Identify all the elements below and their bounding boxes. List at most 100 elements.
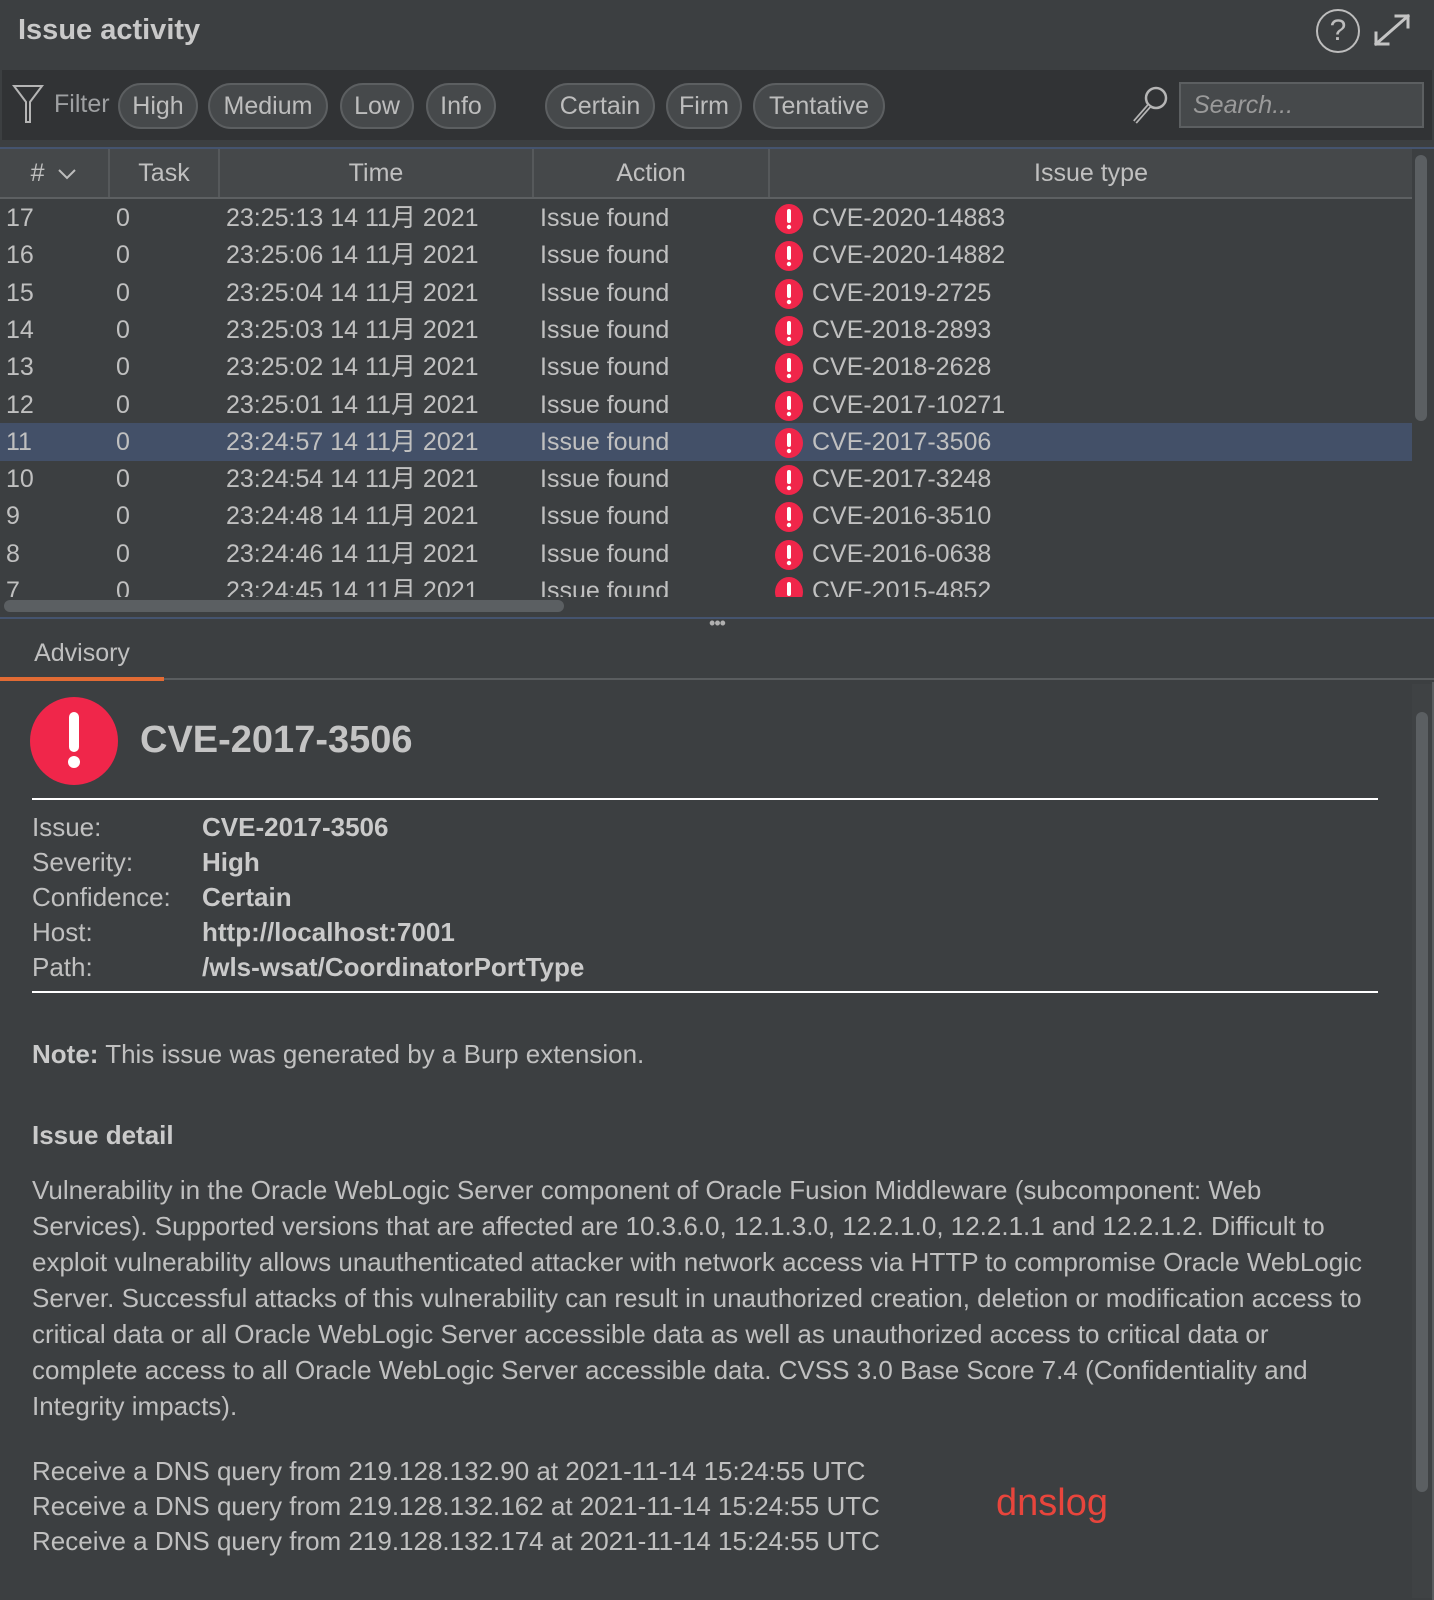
cell-time: 23:24:48 14 11月 2021 (226, 502, 479, 531)
cell-task: 0 (116, 427, 130, 456)
cell-number: 13 (6, 353, 34, 382)
filter-label[interactable]: Filter (54, 90, 110, 119)
cell-issue-type: CVE-2017-10271 (812, 390, 1006, 419)
search-magnifier-icon (1133, 86, 1168, 124)
table-row[interactable]: 15 0 23:25:04 14 11月 2021 Issue found CVE-20… (0, 274, 1412, 312)
cell-number: 9 (6, 502, 20, 531)
table-row[interactable]: 11 0 23:24:57 14 11月 2021 Issue found CVE-20… (0, 422, 1412, 461)
field-value: http://localhost:7001 (202, 917, 455, 947)
cell-number: 16 (6, 241, 34, 270)
cell-time: 23:25:06 14 11月 2021 (226, 241, 479, 270)
cell-action: Issue found (540, 390, 670, 419)
cell-number: 10 (6, 465, 34, 494)
cell-task: 0 (116, 465, 130, 494)
cell-task: 0 (116, 315, 130, 344)
cell-issue-type: CVE-2017-3506 (812, 427, 992, 456)
table-row[interactable]: 17 0 23:25:13 14 11月 2021 Issue found CVE-20… (0, 199, 1412, 237)
cell-task: 0 (116, 390, 130, 419)
tab-bar-border (164, 678, 1434, 680)
table-vertical-scroll-thumb[interactable] (1415, 155, 1427, 421)
table-row[interactable]: 13 0 23:25:02 14 11月 2021 Issue found CVE-20… (0, 348, 1412, 386)
divider-top (32, 798, 1378, 800)
note-text: Note: This issue was generated by a Burp… (32, 1039, 644, 1070)
cell-task: 0 (116, 353, 130, 382)
cell-task: 0 (116, 502, 130, 531)
cell-action: Issue found (540, 502, 670, 531)
high-severity-alert-icon (775, 353, 803, 384)
column-header-task[interactable]: Task (110, 149, 220, 197)
high-severity-alert-icon (775, 577, 803, 597)
field-path: Path: /wls-wsat/CoordinatorPortType (32, 952, 584, 983)
cell-number: 11 (6, 427, 32, 456)
cell-action: Issue found (540, 241, 670, 270)
note-label: Note: (32, 1039, 99, 1069)
cell-issue-type: CVE-2015-4852 (812, 577, 992, 597)
advisory-panel: CVE-2017-3506 Issue: CVE-2017-3506 Severi… (0, 682, 1434, 1600)
note-body: This issue was generated by a Burp exten… (98, 1039, 645, 1069)
filter-chip-medium[interactable]: Medium (208, 83, 328, 129)
cell-action: Issue found (540, 539, 670, 568)
column-header-action[interactable]: Action (534, 149, 770, 197)
divider-bottom (32, 991, 1378, 993)
cell-issue-type: CVE-2016-3510 (812, 502, 992, 531)
field-label: Confidence: (32, 882, 171, 912)
field-label: Issue: (32, 812, 102, 842)
search-input[interactable] (1179, 82, 1424, 128)
table-row[interactable]: 8 0 23:24:46 14 11月 2021 Issue found CVE-201… (0, 535, 1412, 573)
filter-funnel-icon[interactable] (12, 84, 44, 124)
cell-action: Issue found (540, 278, 670, 307)
dnslog-annotation: dnslog (996, 1482, 1108, 1524)
field-value: CVE-2017-3506 (202, 812, 389, 842)
cell-task: 0 (116, 241, 130, 270)
help-circle-icon[interactable]: ? (1316, 9, 1360, 53)
table-row[interactable]: 12 0 23:25:01 14 11月 2021 Issue found CVE-20… (0, 386, 1412, 424)
field-label: Path: (32, 952, 93, 982)
cell-number: 15 (6, 278, 34, 307)
cell-time: 23:25:03 14 11月 2021 (226, 315, 479, 344)
dns-log-line: Receive a DNS query from 219.128.132.174… (32, 1526, 880, 1556)
cell-action: Issue found (540, 427, 670, 456)
active-tab-indicator (0, 677, 164, 681)
advisory-vertical-scroll-thumb[interactable] (1416, 712, 1428, 1492)
table-row[interactable]: 16 0 23:25:06 14 11月 2021 Issue found CVE-20… (0, 236, 1412, 274)
cell-number: 8 (6, 539, 20, 568)
filter-chip-low[interactable]: Low (340, 83, 414, 129)
high-severity-alert-icon (775, 278, 803, 309)
high-severity-alert-icon (775, 204, 803, 234)
field-value: /wls-wsat/CoordinatorPortType (202, 952, 585, 982)
cell-time: 23:25:02 14 11月 2021 (226, 353, 479, 382)
column-header-issue-type[interactable]: Issue type (770, 149, 1412, 197)
cell-issue-type: CVE-2017-3248 (812, 465, 992, 494)
cell-issue-type: CVE-2020-14883 (812, 204, 1006, 232)
high-severity-alert-icon (775, 427, 803, 458)
expand-arrows-icon[interactable] (1370, 10, 1414, 50)
column-header-time[interactable]: Time (220, 149, 534, 197)
table-horizontal-scroll-thumb[interactable] (4, 600, 564, 612)
cell-task: 0 (116, 577, 130, 597)
cell-time: 23:24:45 14 11月 2021 (226, 577, 479, 597)
column-header-number[interactable]: # (0, 149, 110, 197)
cell-time: 23:25:04 14 11月 2021 (226, 278, 479, 307)
high-severity-alert-icon (775, 465, 803, 496)
tab-advisory[interactable]: Advisory (0, 620, 164, 680)
cell-issue-type: CVE-2018-2628 (812, 353, 992, 382)
column-label: # (30, 159, 45, 187)
filter-chip-certain[interactable]: Certain (545, 83, 655, 129)
detail-tab-bar: Advisory (0, 620, 1434, 682)
table-row[interactable]: 7 0 23:24:45 14 11月 2021 Issue found CVE-201… (0, 572, 1412, 597)
field-label: Severity: (32, 847, 134, 877)
field-issue: Issue: CVE-2017-3506 (32, 812, 388, 843)
filter-chip-info[interactable]: Info (426, 83, 496, 129)
filter-chip-high[interactable]: High (118, 83, 198, 129)
cell-task: 0 (116, 539, 130, 568)
field-host: Host: http://localhost:7001 (32, 917, 455, 948)
table-row[interactable]: 10 0 23:24:54 14 11月 2021 Issue found CVE-20… (0, 460, 1412, 498)
advisory-title: CVE-2017-3506 (140, 719, 413, 761)
high-severity-alert-icon (775, 241, 803, 272)
filter-chip-firm[interactable]: Firm (666, 83, 742, 129)
table-row[interactable]: 14 0 23:25:03 14 11月 2021 Issue found CVE-20… (0, 311, 1412, 349)
filter-chip-tentative[interactable]: Tentative (753, 83, 885, 129)
table-row[interactable]: 9 0 23:24:48 14 11月 2021 Issue found CVE-201… (0, 497, 1412, 535)
high-severity-alert-icon (775, 390, 803, 421)
cell-task: 0 (116, 278, 130, 307)
